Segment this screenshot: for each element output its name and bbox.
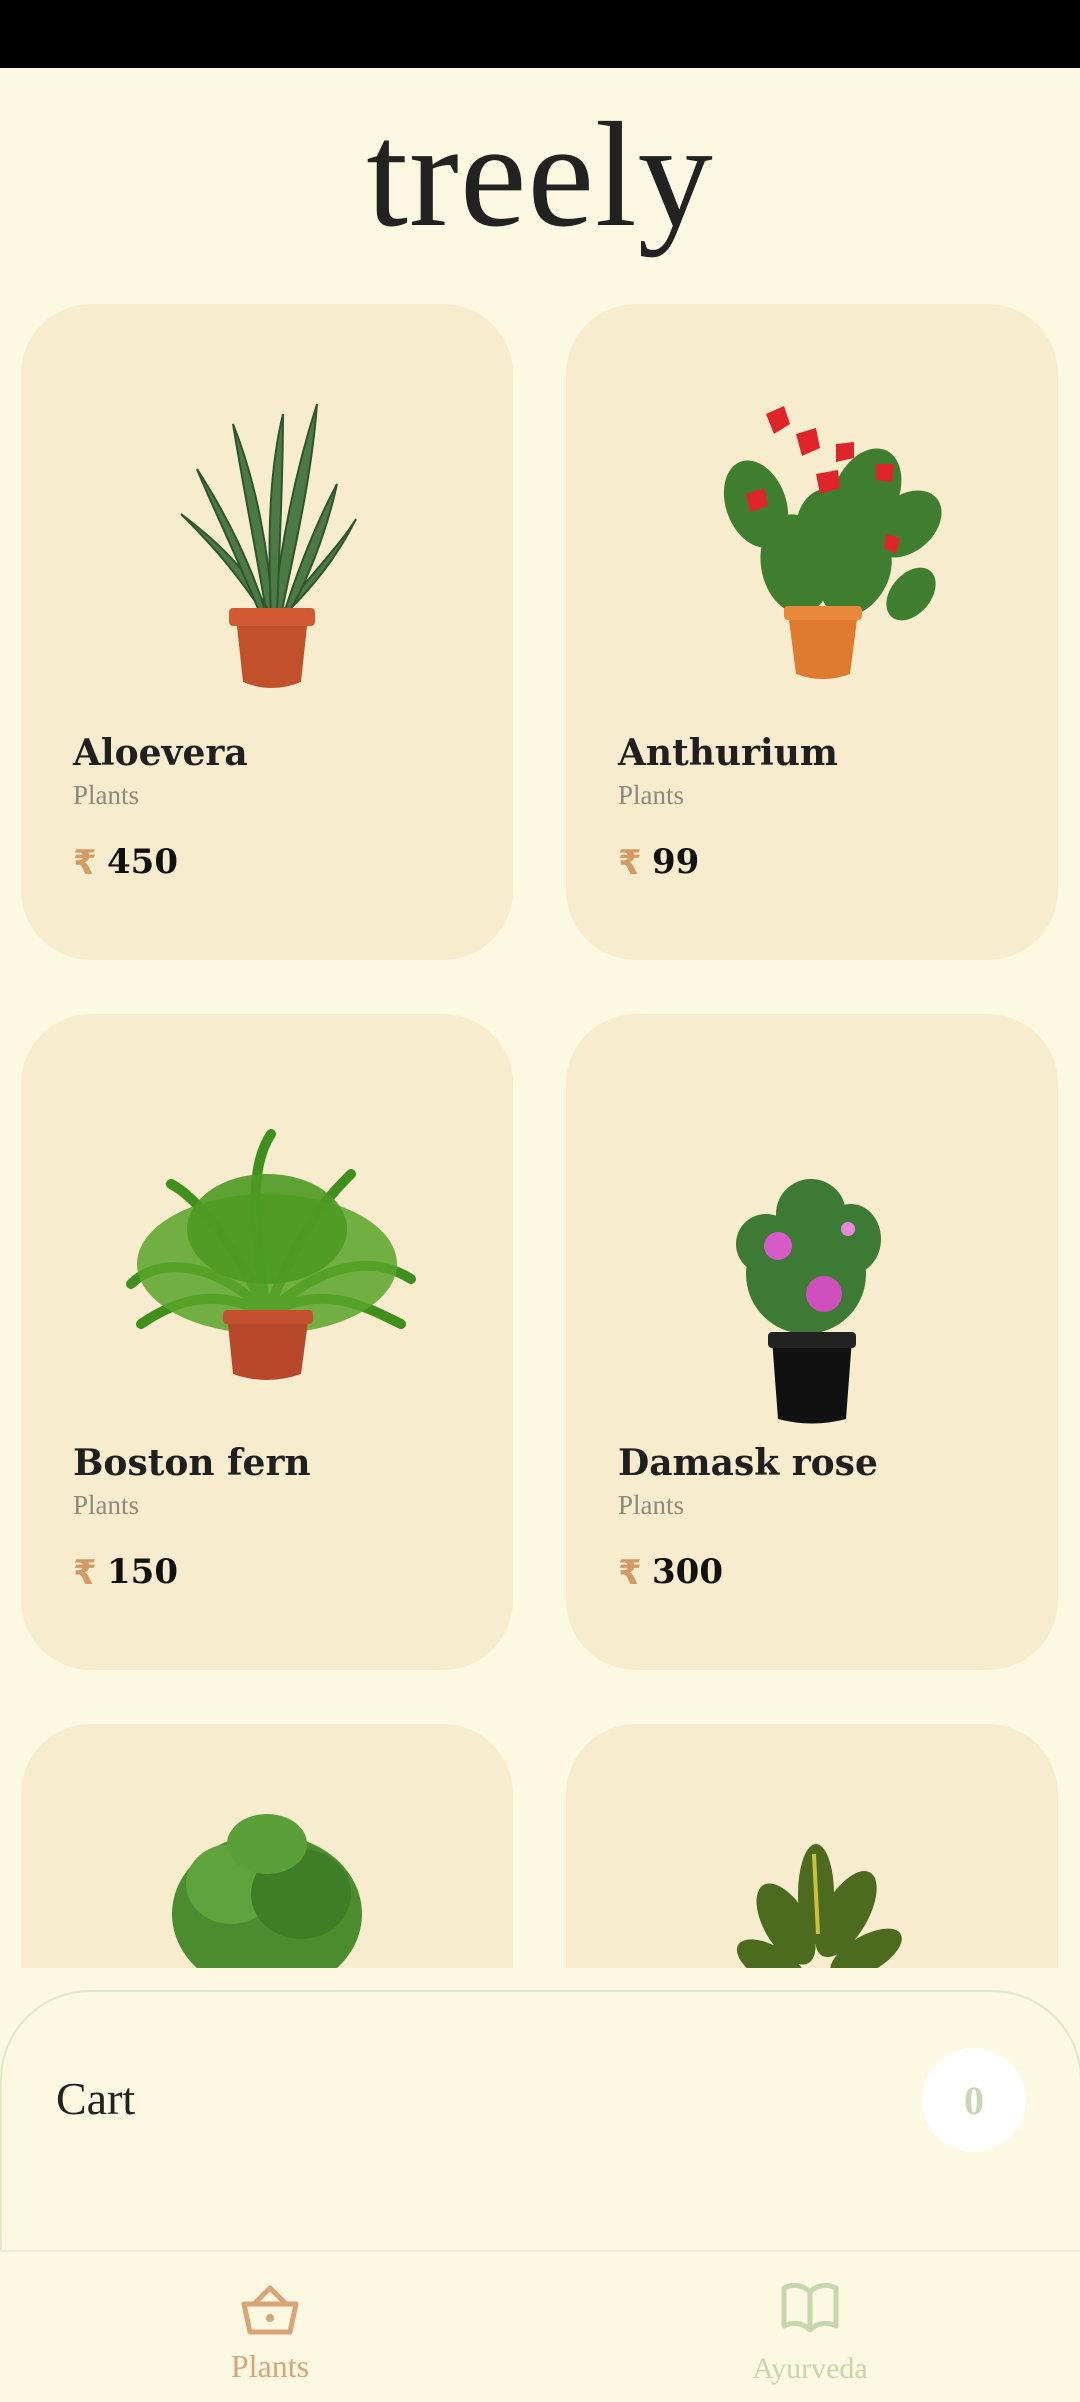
product-category: Plants	[73, 1490, 140, 1520]
nav-label-ayurveda: Ayurveda	[752, 2352, 868, 2385]
product-name: Anthurium	[618, 732, 838, 774]
product-card-croton[interactable]	[566, 1724, 1058, 1968]
rupee-icon: ₹	[73, 843, 97, 883]
product-price: 450	[107, 842, 178, 882]
product-card-damask-rose[interactable]: Damask rose Plants ₹ 300	[566, 1014, 1058, 1670]
rupee-icon: ₹	[618, 1553, 642, 1593]
nav-item-plants[interactable]: Plants	[0, 2252, 540, 2402]
basket-icon	[241, 2285, 299, 2335]
cart-label: Cart	[56, 2073, 136, 2124]
cart-count-badge[interactable]: 0	[922, 2048, 1026, 2152]
ficus-plant-image	[172, 1814, 362, 1968]
bottom-navigation: Plants Ayurveda	[0, 2250, 1080, 2402]
product-card-ficus[interactable]	[21, 1724, 513, 1968]
product-name: Aloevera	[73, 732, 248, 774]
rose-plant-image	[736, 1179, 881, 1424]
book-icon	[781, 2282, 839, 2333]
product-category: Plants	[618, 1490, 685, 1520]
rupee-icon: ₹	[73, 1553, 97, 1593]
product-grid[interactable]: Aloevera Plants ₹ 450 Anthurium Plants ₹…	[0, 0, 1080, 1968]
cart-panel[interactable]: Cart 0	[0, 1990, 1080, 2262]
rupee-icon: ₹	[618, 843, 642, 883]
product-price: 300	[652, 1552, 723, 1592]
nav-label-plants: Plants	[230, 2348, 310, 2384]
product-card-boston-fern[interactable]: Boston fern Plants ₹ 150	[21, 1014, 513, 1670]
fern-plant-image	[126, 1129, 416, 1380]
product-name: Damask rose	[618, 1442, 878, 1484]
anthurium-plant-image	[723, 406, 942, 679]
nav-item-ayurveda[interactable]: Ayurveda	[540, 2252, 1080, 2402]
product-card-anthurium[interactable]: Anthurium Plants ₹ 99	[566, 304, 1058, 960]
product-category: Plants	[73, 780, 140, 810]
product-name: Boston fern	[73, 1442, 311, 1484]
aloe-plant-image	[180, 403, 357, 688]
product-price: 99	[652, 842, 700, 882]
product-card-aloevera[interactable]: Aloevera Plants ₹ 450	[21, 304, 513, 960]
product-price: 150	[107, 1552, 178, 1592]
croton-plant-image	[736, 1844, 902, 1968]
product-category: Plants	[618, 780, 685, 810]
